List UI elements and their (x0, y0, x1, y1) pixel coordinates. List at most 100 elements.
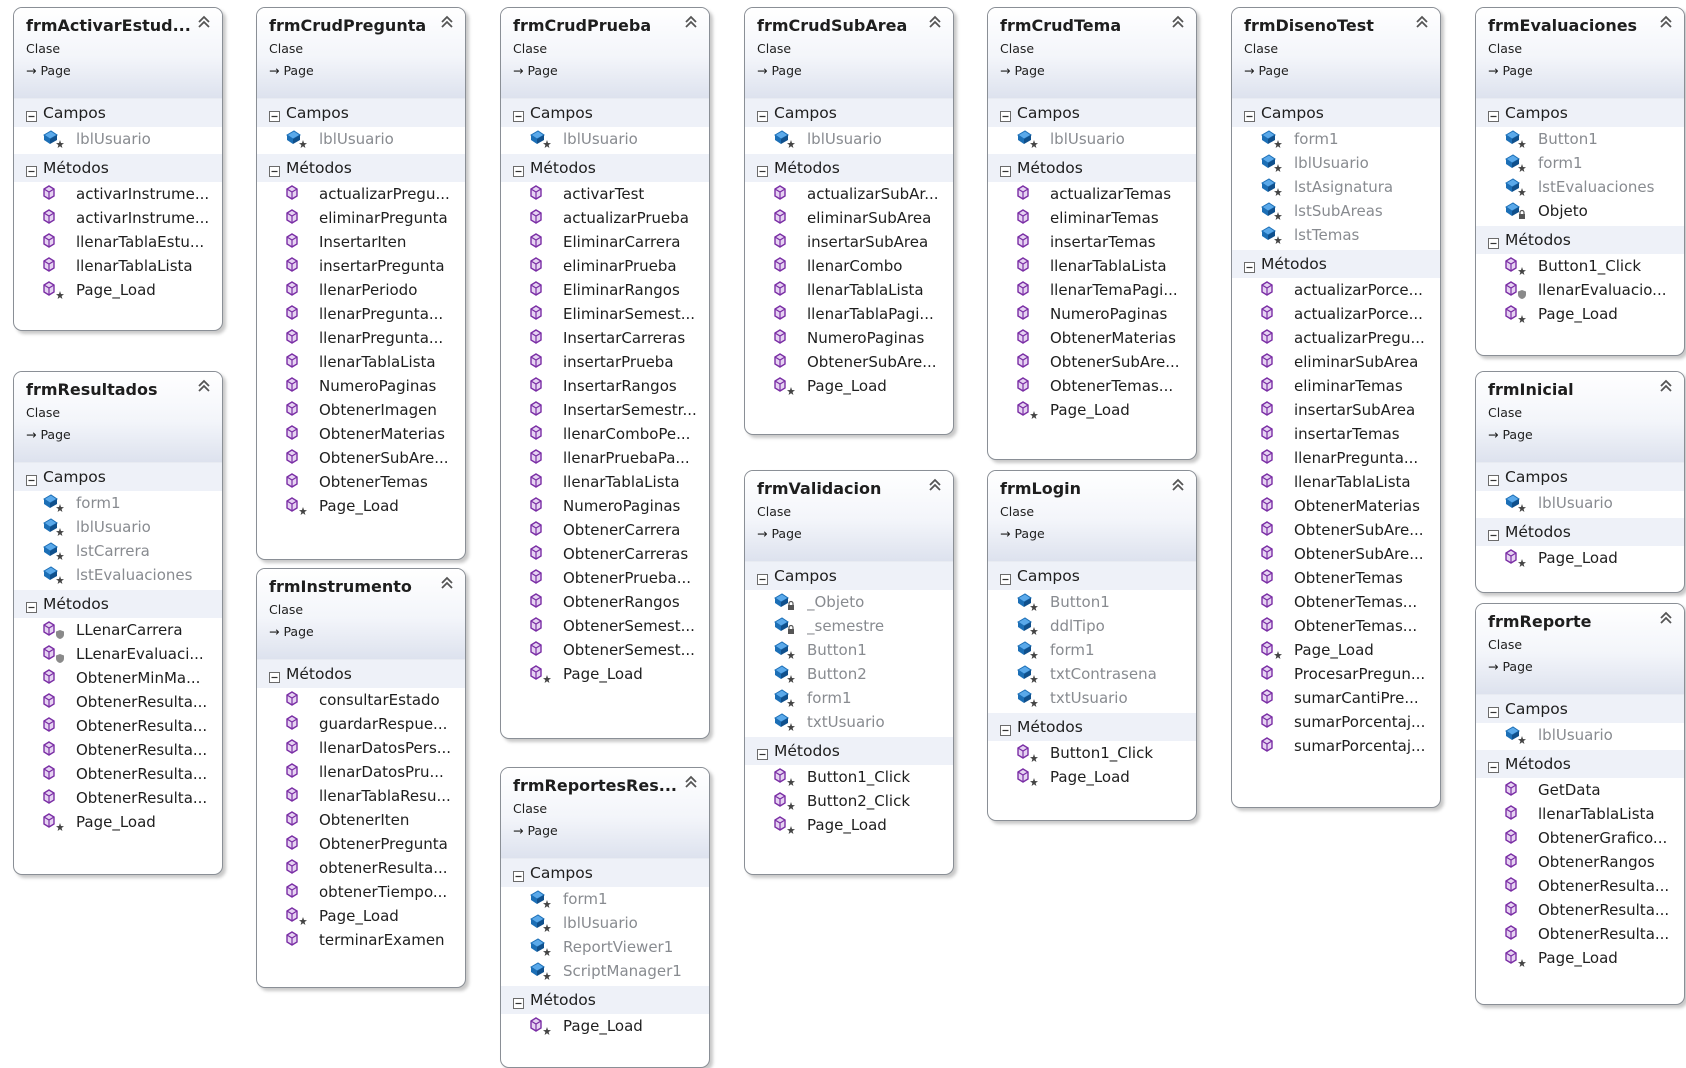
field-item[interactable]: ddlTipo (988, 614, 1196, 638)
minus-box-icon[interactable] (757, 108, 768, 122)
minus-box-icon[interactable] (269, 108, 280, 122)
class-box-frmcrudprueba[interactable]: frmCrudPrueba Clase → Page Campos lblUsuario… (500, 7, 710, 739)
field-item[interactable]: lblUsuario (1476, 491, 1684, 515)
method-item[interactable]: llenarTablaResu... (257, 784, 465, 808)
method-item[interactable]: ObtenerTemas... (1232, 614, 1440, 638)
method-item[interactable]: ObtenerTemas (1232, 566, 1440, 590)
method-item[interactable]: Page_Load (14, 810, 222, 834)
class-box-frmcrudpregunta[interactable]: frmCrudPregunta Clase → Page Campos lblUsuar… (256, 7, 466, 560)
field-item[interactable]: lblUsuario (14, 515, 222, 539)
minus-box-icon[interactable] (757, 746, 768, 760)
double-chevron-up-icon[interactable] (196, 14, 212, 30)
fields-section-header[interactable]: Campos (1232, 99, 1440, 127)
method-item[interactable]: ObtenerSubAre... (257, 446, 465, 470)
methods-section-header[interactable]: Métodos (14, 590, 222, 618)
method-item[interactable]: llenarPruebaPa... (501, 446, 709, 470)
method-item[interactable]: ObtenerMaterias (988, 326, 1196, 350)
method-item[interactable]: insertarTemas (988, 230, 1196, 254)
method-item[interactable]: Page_Load (988, 765, 1196, 789)
method-item[interactable]: NumeroPaginas (988, 302, 1196, 326)
field-item[interactable]: lblUsuario (257, 127, 465, 151)
methods-section-header[interactable]: Métodos (14, 154, 222, 182)
method-item[interactable]: ObtenerResulta... (14, 738, 222, 762)
double-chevron-up-icon[interactable] (1658, 14, 1674, 30)
field-item[interactable]: form1 (14, 491, 222, 515)
method-item[interactable]: ObtenerGrafico... (1476, 826, 1684, 850)
method-item[interactable]: actualizarPorce... (1232, 278, 1440, 302)
minus-box-icon[interactable] (513, 108, 524, 122)
method-item[interactable]: insertarSubArea (1232, 398, 1440, 422)
class-box-frminicial[interactable]: frmInicial Clase → Page Campos lblUsuario Mét… (1475, 371, 1685, 593)
class-header[interactable]: frmCrudPregunta Clase → Page (257, 8, 465, 99)
method-item[interactable]: InsertarCarreras (501, 326, 709, 350)
method-item[interactable]: terminarExamen (257, 928, 465, 952)
class-box-frmvalidacion[interactable]: frmValidacion Clase → Page Campos _Objeto _se… (744, 470, 954, 875)
class-header[interactable]: frmCrudPrueba Clase → Page (501, 8, 709, 99)
field-item[interactable]: lstEvaluaciones (1476, 175, 1684, 199)
field-item[interactable]: form1 (988, 638, 1196, 662)
field-item[interactable]: txtUsuario (988, 686, 1196, 710)
method-item[interactable]: ObtenerSubAre... (1232, 542, 1440, 566)
method-item[interactable]: ObtenerRangos (1476, 850, 1684, 874)
method-item[interactable]: LLenarEvaluaci... (14, 642, 222, 666)
method-item[interactable]: ObtenerResulta... (14, 786, 222, 810)
minus-box-icon[interactable] (513, 995, 524, 1009)
method-item[interactable]: ObtenerSemest... (501, 614, 709, 638)
method-item[interactable]: LLenarCarrera (14, 618, 222, 642)
method-item[interactable]: actualizarPrueba (501, 206, 709, 230)
method-item[interactable]: Button1_Click (988, 741, 1196, 765)
method-item[interactable]: llenarTablaLista (501, 470, 709, 494)
method-item[interactable]: Button1_Click (745, 765, 953, 789)
class-box-frmdisenotest[interactable]: frmDisenoTest Clase → Page Campos form1 lblUs… (1231, 7, 1441, 808)
method-item[interactable]: ObtenerTemas (257, 470, 465, 494)
method-item[interactable]: Page_Load (501, 662, 709, 686)
field-item[interactable]: lblUsuario (988, 127, 1196, 151)
method-item[interactable]: llenarPregunta... (257, 326, 465, 350)
method-item[interactable]: InsertarRangos (501, 374, 709, 398)
method-item[interactable]: Button1_Click (1476, 254, 1684, 278)
field-item[interactable]: Objeto (1476, 199, 1684, 223)
method-item[interactable]: ObtenerMaterias (257, 422, 465, 446)
method-item[interactable]: ObtenerImagen (257, 398, 465, 422)
minus-box-icon[interactable] (26, 163, 37, 177)
minus-box-icon[interactable] (1000, 163, 1011, 177)
method-item[interactable]: ObtenerSubAre... (1232, 518, 1440, 542)
class-header[interactable]: frmResultados Clase → Page (14, 372, 222, 463)
method-item[interactable]: activarInstrume... (14, 182, 222, 206)
method-item[interactable]: sumarPorcentaj... (1232, 710, 1440, 734)
field-item[interactable]: lstAsignatura (1232, 175, 1440, 199)
minus-box-icon[interactable] (1244, 259, 1255, 273)
method-item[interactable]: insertarSubArea (745, 230, 953, 254)
method-item[interactable]: ObtenerMinMa... (14, 666, 222, 690)
method-item[interactable]: llenarTablaLista (14, 254, 222, 278)
minus-box-icon[interactable] (269, 669, 280, 683)
field-item[interactable]: lblUsuario (745, 127, 953, 151)
class-box-frmcrudtema[interactable]: frmCrudTema Clase → Page Campos lblUsuario Mé… (987, 7, 1197, 460)
method-item[interactable]: actualizarSubAr... (745, 182, 953, 206)
method-item[interactable]: NumeroPaginas (745, 326, 953, 350)
method-item[interactable]: eliminarSubArea (1232, 350, 1440, 374)
class-box-frmlogin[interactable]: frmLogin Clase → Page Campos Button1 ddlTipo f… (987, 470, 1197, 821)
field-item[interactable]: Button1 (988, 590, 1196, 614)
method-item[interactable]: llenarPregunta... (1232, 446, 1440, 470)
method-item[interactable]: activarTest (501, 182, 709, 206)
class-box-frmevaluaciones[interactable]: frmEvaluaciones Clase → Page Campos Button1 f… (1475, 7, 1685, 356)
method-item[interactable]: sumarPorcentaj... (1232, 734, 1440, 758)
field-item[interactable]: lblUsuario (501, 127, 709, 151)
method-item[interactable]: ObtenerSubAre... (988, 350, 1196, 374)
method-item[interactable]: ObtenerCarrera (501, 518, 709, 542)
method-item[interactable]: llenarEvaluacio... (1476, 278, 1684, 302)
method-item[interactable]: Page_Load (988, 398, 1196, 422)
fields-section-header[interactable]: Campos (1476, 463, 1684, 491)
method-item[interactable]: llenarComboPe... (501, 422, 709, 446)
method-item[interactable]: guardarRespue... (257, 712, 465, 736)
method-item[interactable]: InsertarIten (257, 230, 465, 254)
double-chevron-up-icon[interactable] (1170, 477, 1186, 493)
method-item[interactable]: llenarTablaLista (1476, 802, 1684, 826)
method-item[interactable]: ObtenerIten (257, 808, 465, 832)
method-item[interactable]: actualizarPregu... (1232, 326, 1440, 350)
method-item[interactable]: llenarTablaLista (257, 350, 465, 374)
method-item[interactable]: insertarPrueba (501, 350, 709, 374)
methods-section-header[interactable]: Métodos (501, 986, 709, 1014)
method-item[interactable]: llenarPregunta... (257, 302, 465, 326)
